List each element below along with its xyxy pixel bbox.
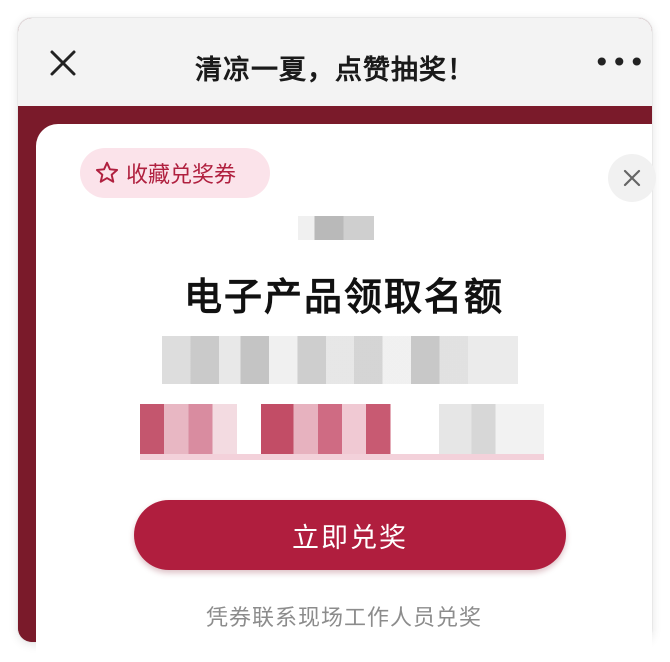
redeem-instruction: 凭券联系现场工作人员兑奖 [205, 606, 482, 631]
page-title: 清凉一夏，点赞抽奖！ [195, 55, 475, 86]
close-icon[interactable] [48, 48, 78, 78]
title-bar: 清凉一夏，点赞抽奖！ ••• [18, 18, 652, 106]
redacted-text [162, 336, 518, 384]
prize-card: 收藏兑奖券 电子产品领取名额 立即兑奖 凭券联系现场工作人员兑奖 [36, 124, 656, 654]
redacted-text [140, 404, 544, 454]
redacted-underline [140, 454, 544, 460]
collect-voucher-label: 收藏兑奖券 [126, 163, 237, 188]
redeem-now-button[interactable]: 立即兑奖 [134, 500, 566, 570]
prize-headline: 电子产品领取名额 [183, 275, 504, 319]
redeem-now-label: 立即兑奖 [292, 522, 408, 554]
close-icon [623, 169, 641, 187]
redacted-text [298, 216, 374, 240]
collect-voucher-button[interactable]: 收藏兑奖券 [80, 148, 270, 198]
card-close-button[interactable] [608, 154, 656, 202]
star-outline-icon [94, 160, 120, 186]
more-icon[interactable]: ••• [593, 49, 646, 77]
